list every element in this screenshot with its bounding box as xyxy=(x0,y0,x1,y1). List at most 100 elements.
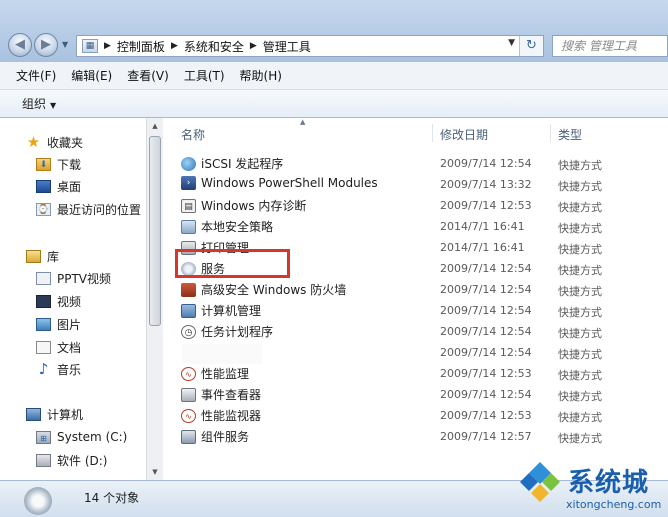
nav-item-label: 视频 xyxy=(57,294,82,309)
file-type: 快捷方式 xyxy=(558,201,602,214)
nav-item-recent-places[interactable]: ⌚ 最近访问的位置 xyxy=(36,199,141,219)
recent-pages-dropdown-icon[interactable]: ▼ xyxy=(62,40,68,49)
scrollbar-thumb[interactable] xyxy=(149,136,161,326)
file-type: 快捷方式 xyxy=(558,222,602,235)
menu-tools[interactable]: 工具(T) xyxy=(184,67,225,84)
performance-monitor-icon: ∿ xyxy=(181,408,196,423)
task-scheduler-icon: ◷ xyxy=(181,324,196,339)
file-row-powershell[interactable]: › Windows PowerShell Modules 2009/7/14 13… xyxy=(164,174,668,195)
file-row-task-scheduler[interactable]: ◷ 任务计划程序 2009/7/14 12:54 快捷方式 xyxy=(164,321,668,342)
scroll-up-icon[interactable]: ▲ xyxy=(147,118,163,134)
window-titlebar: ◀ ▶ ▼ ▦ ▶ 控制面板 ▶ 系统和安全 ▶ 管理工具 ▼ ↻ 搜索 管理工… xyxy=(0,0,668,62)
nav-item-documents[interactable]: 文档 xyxy=(36,337,81,357)
admin-tools-gear-icon xyxy=(24,487,52,515)
nav-item-drive-c[interactable]: ⊞ System (C:) xyxy=(36,427,127,447)
menu-help[interactable]: 帮助(H) xyxy=(240,67,282,84)
file-row-component-services[interactable]: 组件服务 2009/7/14 12:57 快捷方式 xyxy=(164,426,668,447)
file-row-event-viewer[interactable]: 事件查看器 2009/7/14 12:54 快捷方式 xyxy=(164,384,668,405)
file-row-iscsi[interactable]: iSCSI 发起程序 2009/7/14 12:54 快捷方式 xyxy=(164,153,668,174)
file-name: 组件服务 xyxy=(201,430,250,444)
file-type: 快捷方式 xyxy=(558,285,602,298)
chevron-down-icon: ▼ xyxy=(50,101,57,110)
nav-item-music[interactable]: ♪ 音乐 xyxy=(36,359,81,379)
nav-libraries-label: 库 xyxy=(47,249,60,264)
file-row-security-policy[interactable]: 本地安全策略 2014/7/1 16:41 快捷方式 xyxy=(164,216,668,237)
organize-button[interactable]: 组织 ▼ xyxy=(22,95,56,112)
file-date: 2014/7/1 16:41 xyxy=(440,241,525,254)
forward-button[interactable]: ▶ xyxy=(34,33,58,57)
nav-libraries[interactable]: 库 xyxy=(26,246,59,266)
nav-item-pictures[interactable]: 图片 xyxy=(36,314,81,334)
breadcrumb-separator-icon[interactable]: ▶ xyxy=(250,41,257,51)
file-row-memory-diagnostic[interactable]: ▤ Windows 内存诊断 2009/7/14 12:53 快捷方式 xyxy=(164,195,668,216)
file-date: 2009/7/14 12:53 xyxy=(440,409,532,422)
menu-edit[interactable]: 编辑(E) xyxy=(71,67,112,84)
memory-diagnostic-icon: ▤ xyxy=(181,198,196,213)
organize-label: 组织 xyxy=(22,97,47,111)
file-name: iSCSI 发起程序 xyxy=(201,157,284,171)
nav-pane-scrollbar[interactable]: ▲ ▼ xyxy=(146,118,163,480)
menu-view[interactable]: 查看(V) xyxy=(127,67,169,84)
file-date: 2009/7/14 12:57 xyxy=(440,430,532,443)
computer-management-icon xyxy=(181,303,196,318)
nav-item-videos[interactable]: 视频 xyxy=(36,291,81,311)
file-date: 2009/7/14 12:54 xyxy=(440,283,532,296)
videos-icon xyxy=(36,294,51,308)
address-dropdown-icon[interactable]: ▼ xyxy=(508,38,515,48)
pictures-icon xyxy=(36,317,51,331)
file-type: 快捷方式 xyxy=(558,243,602,256)
xitongcheng-logo-icon xyxy=(520,462,560,502)
nav-item-label: 图片 xyxy=(57,317,82,332)
refresh-icon[interactable]: ↻ xyxy=(519,36,543,56)
file-list: ▲ 名称 修改日期 类型 iSCSI 发起程序 2009/7/14 12:54 … xyxy=(164,118,668,480)
downloads-folder-icon: ⬇ xyxy=(36,157,51,171)
nav-item-drive-d[interactable]: 软件 (D:) xyxy=(36,450,107,470)
file-row-obscured[interactable]: 2009/7/14 12:54 快捷方式 xyxy=(164,342,668,364)
file-date: 2009/7/14 12:54 xyxy=(440,346,532,359)
column-header-type[interactable]: 类型 xyxy=(558,126,582,143)
file-date: 2009/7/14 13:32 xyxy=(440,178,532,191)
nav-favorites[interactable]: ★ 收藏夹 xyxy=(26,132,83,152)
back-button[interactable]: ◀ xyxy=(8,33,32,57)
desktop-icon xyxy=(36,179,51,193)
scroll-down-icon[interactable]: ▼ xyxy=(147,464,163,480)
column-divider[interactable] xyxy=(550,124,551,142)
component-services-icon xyxy=(181,429,196,444)
address-bar[interactable]: ▦ ▶ 控制面板 ▶ 系统和安全 ▶ 管理工具 ▼ ↻ xyxy=(76,35,544,57)
file-row-computer-management[interactable]: 计算机管理 2009/7/14 12:54 快捷方式 xyxy=(164,300,668,321)
nav-favorites-label: 收藏夹 xyxy=(47,135,84,150)
column-divider[interactable] xyxy=(432,124,433,142)
file-type: 快捷方式 xyxy=(558,306,602,319)
nav-item-downloads[interactable]: ⬇ 下载 xyxy=(36,154,81,174)
file-row-performance[interactable]: ∿ 性能监理 2009/7/14 12:53 快捷方式 xyxy=(164,363,668,384)
pptv-library-icon xyxy=(36,271,51,285)
column-header-name[interactable]: 名称 xyxy=(181,126,205,143)
music-note-icon: ♪ xyxy=(38,359,49,378)
column-header-date[interactable]: 修改日期 xyxy=(440,126,488,143)
nav-item-pptv-videos[interactable]: PPTV视频 xyxy=(36,268,111,288)
menu-file[interactable]: 文件(F) xyxy=(16,67,56,84)
nav-item-label: 最近访问的位置 xyxy=(57,202,142,217)
file-type: 快捷方式 xyxy=(558,411,602,424)
file-name: 高级安全 Windows 防火墙 xyxy=(201,283,347,297)
watermark-title: 系统城 xyxy=(568,468,650,498)
search-input[interactable]: 搜索 管理工具 xyxy=(552,35,668,57)
performance-icon: ∿ xyxy=(181,366,196,381)
file-row-firewall[interactable]: 高级安全 Windows 防火墙 2009/7/14 12:54 快捷方式 xyxy=(164,279,668,300)
file-name: Windows PowerShell Modules xyxy=(201,176,378,190)
file-row-performance-monitor[interactable]: ∿ 性能监视器 2009/7/14 12:53 快捷方式 xyxy=(164,405,668,426)
menu-bar: 文件(F) 编辑(E) 查看(V) 工具(T) 帮助(H) xyxy=(0,62,668,90)
file-name: 计算机管理 xyxy=(201,304,262,318)
nav-item-label: 音乐 xyxy=(57,362,82,377)
breadcrumb-control-panel[interactable]: 控制面板 xyxy=(117,38,165,55)
control-panel-icon: ▦ xyxy=(82,39,98,53)
command-bar: 组织 ▼ xyxy=(0,90,668,118)
back-arrow-icon: ◀ xyxy=(15,37,25,52)
breadcrumb-system-security[interactable]: 系统和安全 xyxy=(184,38,244,55)
nav-computer[interactable]: 计算机 xyxy=(26,404,83,424)
breadcrumb-separator-icon[interactable]: ▶ xyxy=(104,41,111,51)
breadcrumb-admin-tools[interactable]: 管理工具 xyxy=(263,38,311,55)
watermark-url: xitongcheng.com xyxy=(566,498,662,511)
nav-item-desktop[interactable]: 桌面 xyxy=(36,176,81,196)
breadcrumb-separator-icon[interactable]: ▶ xyxy=(171,41,178,51)
